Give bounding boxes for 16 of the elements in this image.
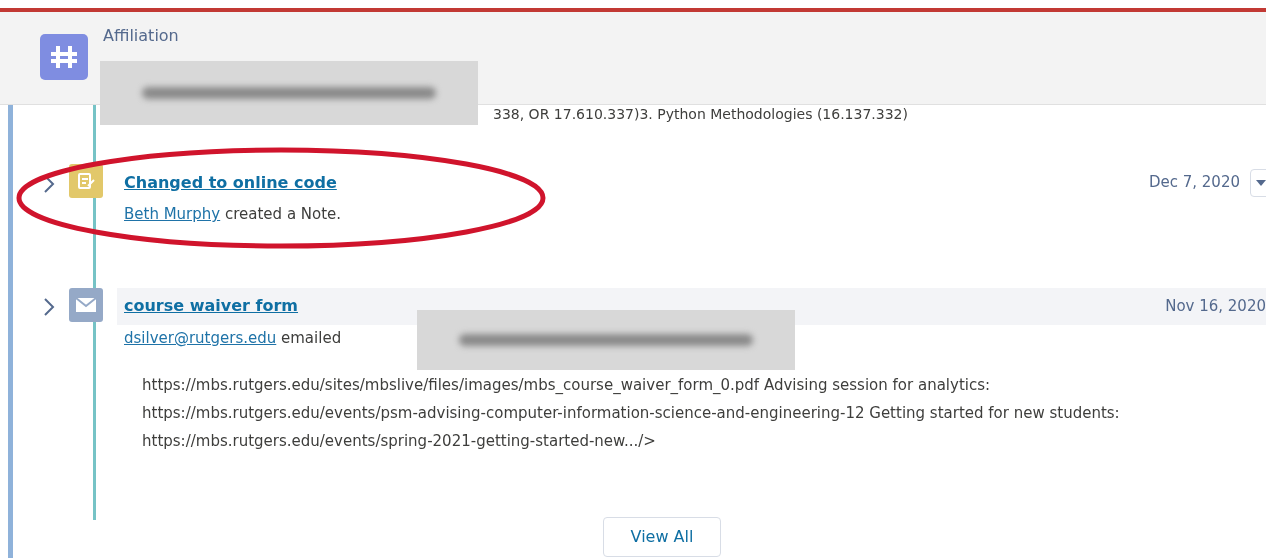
- actor-link[interactable]: dsilver@rutgers.edu: [124, 328, 277, 347]
- email-icon: [69, 287, 103, 322]
- action-text: emailed: [280, 328, 342, 347]
- view-all-button[interactable]: View All: [603, 517, 721, 557]
- field-label: Affiliation: [103, 25, 179, 47]
- caret-icon: [1256, 178, 1266, 187]
- description-text: 338, OR 17.610.337)3. Python Methodologies (16.137.332): [493, 105, 908, 122]
- date-text: Nov 16, 2020: [1165, 295, 1266, 317]
- action-text: created a Note.: [223, 205, 342, 223]
- record-type-icon: [40, 34, 88, 80]
- menu-dropdown-button[interactable]: [1250, 168, 1266, 197]
- email-body-text: https://mbs.rutgers.edu/sites/mbslive/files/images/mbs_course_waiver_form_0.pdf Advising session for analytics: https://mbs.rutgers.edu/events/psm-advising-computer-information-science-and-engineering-12 Getting started for new students: https://mbs.rutgers.edu/events/spring-2021-getting-started-new.../>: [142, 375, 1121, 452]
- date-text: Dec 7, 2020: [1148, 172, 1240, 194]
- item-title-link[interactable]: Changed to online code: [124, 170, 337, 195]
- actor-link[interactable]: Beth Murphy: [124, 205, 221, 223]
- item-title-link[interactable]: course waiver form: [124, 294, 299, 318]
